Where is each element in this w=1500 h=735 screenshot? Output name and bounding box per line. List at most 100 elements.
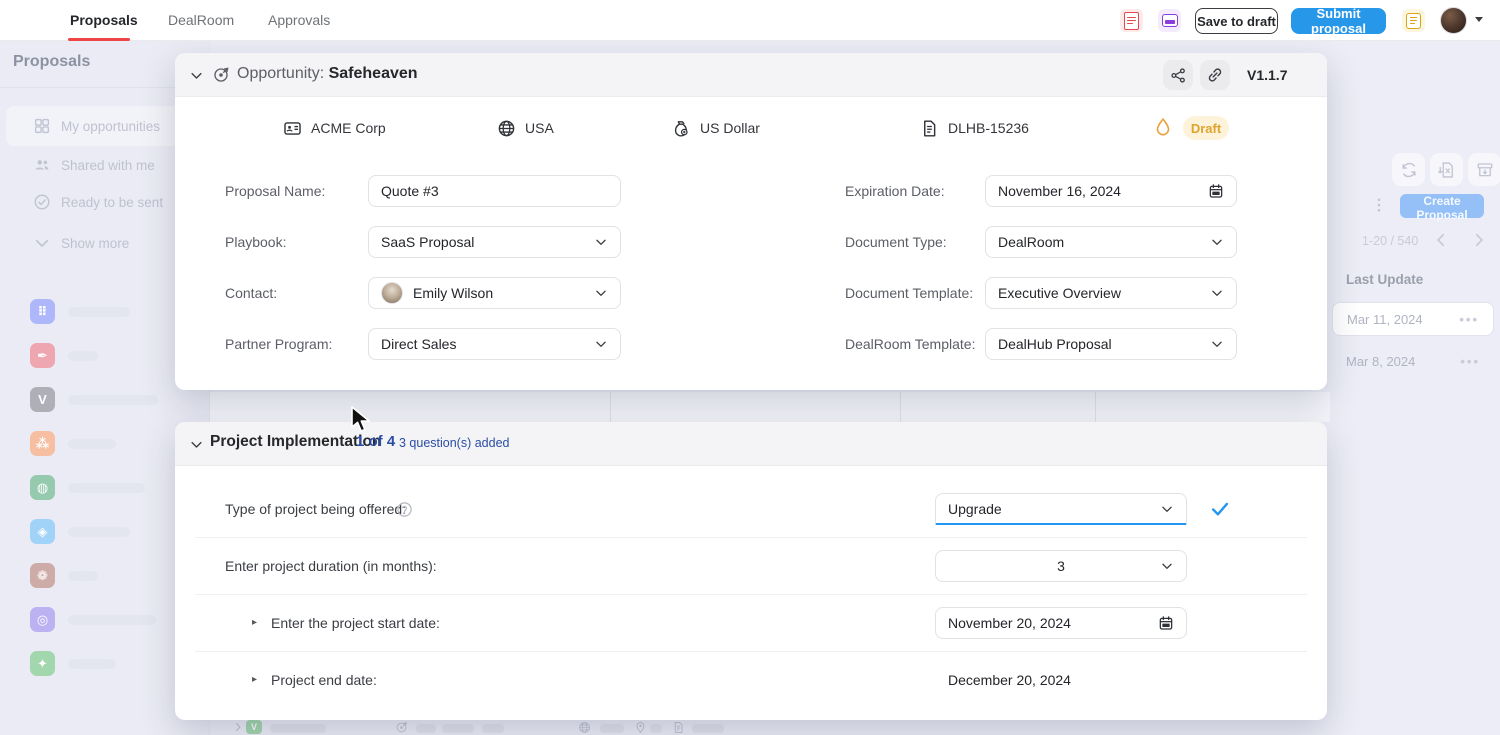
field-label: Document Template:	[845, 277, 973, 309]
notes-button[interactable]	[1402, 9, 1425, 32]
collapse-chevron-icon[interactable]	[189, 68, 204, 83]
archive-icon	[1476, 161, 1494, 179]
share-button[interactable]	[1163, 60, 1193, 90]
export-excel-button[interactable]	[1430, 153, 1463, 186]
app-window: Proposals DealRoom Approvals Save to dra…	[0, 0, 1500, 735]
question-label: Enter project duration (in months):	[225, 550, 437, 582]
waves-app-icon: ◎	[30, 607, 55, 632]
document-id: DLHB-15236	[948, 120, 1029, 136]
field-label: Contact:	[225, 277, 277, 309]
export-pdf-button[interactable]	[1120, 9, 1143, 32]
bullet-triangle-icon: ▸	[252, 617, 257, 628]
document-template-select[interactable]: Executive Overview	[985, 277, 1237, 309]
save-to-draft-button[interactable]: Save to draft	[1195, 8, 1278, 34]
row-menu-icon[interactable]: •••	[1460, 354, 1480, 369]
opportunity-name: Safeheaven	[329, 65, 418, 82]
user-avatar[interactable]	[1440, 7, 1467, 34]
contact-avatar	[381, 282, 403, 304]
grid-icon	[33, 117, 51, 135]
background-bottom-row: V	[210, 720, 1330, 735]
table-row[interactable]: Mar 11, 2024 •••	[1332, 302, 1494, 336]
money-bag-icon	[672, 119, 691, 138]
divider	[195, 594, 1307, 595]
opportunity-title: Opportunity: Safeheaven	[237, 65, 418, 83]
app-shortcut[interactable]: V	[0, 387, 210, 413]
confirm-check-icon[interactable]	[1209, 498, 1231, 520]
select-value: Emily Wilson	[413, 285, 594, 301]
row-menu-icon[interactable]: •••	[1459, 312, 1479, 327]
user-menu-caret-icon[interactable]	[1475, 17, 1483, 22]
calendar-icon[interactable]	[1208, 183, 1224, 199]
select-value: DealRoom	[998, 234, 1210, 250]
status-badge: Draft	[1183, 116, 1229, 140]
meta-currency: US Dollar	[672, 115, 760, 141]
last-update-value: Mar 11, 2024	[1347, 312, 1423, 327]
check-circle-icon	[33, 193, 51, 211]
field-label: DealRoom Template:	[845, 328, 975, 360]
globe-icon	[497, 119, 516, 138]
proposal-name-input[interactable]: Quote #3	[368, 175, 621, 207]
globe-icon	[578, 721, 591, 734]
next-page-icon[interactable]	[1470, 231, 1488, 249]
refresh-icon	[1400, 161, 1418, 179]
section-header: Project Implementation 1 of 4 3 question…	[175, 422, 1327, 466]
calendar-icon[interactable]	[1158, 615, 1174, 631]
chevron-down-icon	[1160, 559, 1174, 573]
chevron-down-icon	[1210, 337, 1224, 351]
prev-page-icon[interactable]	[1432, 231, 1450, 249]
partner-program-select[interactable]: Direct Sales	[368, 328, 621, 360]
archive-button[interactable]	[1468, 153, 1500, 186]
lotus-app-icon: ❁	[30, 563, 55, 588]
opportunities-list-panel: Create Proposal 1-20 / 540 Last Update M…	[1330, 41, 1500, 735]
project-end-date-value: December 20, 2024	[948, 664, 1071, 696]
presentation-button[interactable]	[1158, 9, 1181, 32]
pen-app-icon: ✒	[30, 343, 55, 368]
kebab-menu-icon[interactable]	[1370, 196, 1388, 214]
copy-link-button[interactable]	[1200, 60, 1230, 90]
pdf-icon	[1124, 12, 1139, 30]
flame-app-icon: ✦	[30, 651, 55, 676]
select-value: Upgrade	[948, 501, 1160, 517]
project-start-date-input[interactable]: November 20, 2024	[935, 607, 1187, 639]
select-value: 3	[1057, 558, 1065, 574]
skeleton-bar	[68, 527, 130, 537]
submit-proposal-button[interactable]: Submit proposal	[1291, 8, 1386, 34]
refresh-button[interactable]	[1392, 153, 1425, 186]
section-progress: 1 of 4	[356, 433, 395, 450]
tab-dealroom[interactable]: DealRoom	[168, 0, 234, 41]
project-type-select[interactable]: Upgrade	[935, 493, 1187, 525]
project-duration-select[interactable]: 3	[935, 550, 1187, 582]
date-value: November 20, 2024	[948, 615, 1158, 631]
tab-proposals[interactable]: Proposals	[70, 0, 138, 41]
field-label: Playbook:	[225, 226, 286, 258]
sidebar-item-label: Shared with me	[61, 158, 155, 173]
slides-icon	[1162, 14, 1178, 27]
active-tab-indicator	[68, 38, 130, 41]
playbook-select[interactable]: SaaS Proposal	[368, 226, 621, 258]
expiration-date-input[interactable]: November 16, 2024	[985, 175, 1237, 207]
skeleton-bar	[68, 483, 145, 493]
contact-select[interactable]: Emily Wilson	[368, 277, 621, 309]
sidebar-item-label: Show more	[61, 236, 129, 251]
chevron-down-icon	[1210, 286, 1224, 300]
help-icon[interactable]	[396, 501, 413, 518]
background-table-row	[210, 392, 1330, 422]
workspace: Proposals My opportunities Shared with m…	[0, 41, 1500, 735]
people-icon	[33, 156, 51, 174]
question-label: Type of project being offered:	[225, 493, 406, 525]
target-icon	[395, 721, 408, 734]
tab-approvals[interactable]: Approvals	[268, 0, 330, 41]
dealroom-template-select[interactable]: DealHub Proposal	[985, 328, 1237, 360]
sidebar-item-label: Ready to be sent	[61, 195, 163, 210]
document-type-select[interactable]: DealRoom	[985, 226, 1237, 258]
chevron-down-icon	[594, 235, 608, 249]
chart-app-icon: ◍	[30, 475, 55, 500]
meta-country: USA	[497, 115, 554, 141]
collapse-chevron-icon[interactable]	[189, 437, 204, 452]
bullet-triangle-icon: ▸	[252, 674, 257, 685]
version-label: V1.1.7	[1247, 67, 1287, 83]
create-proposal-button[interactable]: Create Proposal	[1400, 194, 1484, 218]
table-row[interactable]: Mar 8, 2024 •••	[1332, 344, 1494, 378]
mouse-cursor	[349, 405, 377, 435]
account-card-icon	[283, 119, 302, 138]
